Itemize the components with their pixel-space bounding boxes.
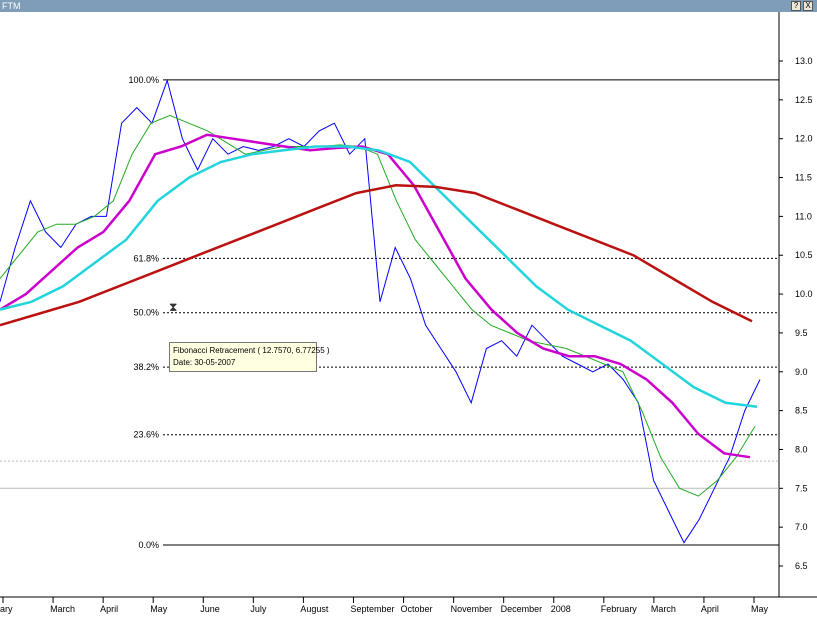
x-tick-label: April <box>100 604 118 614</box>
help-button[interactable]: ? <box>791 1 801 11</box>
fib-level-label: 100.0% <box>128 75 159 85</box>
x-tick-label: December <box>501 604 543 614</box>
x-tick-label: 2008 <box>551 604 571 614</box>
x-tick-label: May <box>150 604 168 614</box>
tooltip-line-1: Fibonacci Retracement ( 12.7570, 6.77255… <box>173 346 330 355</box>
y-tick-label: 12.0 <box>795 134 813 144</box>
window-title: FTM <box>2 1 21 11</box>
x-tick-label: October <box>401 604 433 614</box>
y-tick-label: 10.0 <box>795 289 813 299</box>
x-tick-label: March <box>50 604 75 614</box>
fib-level-label: 50.0% <box>133 308 159 318</box>
fib-level-label: 61.8% <box>133 253 159 263</box>
x-tick-label: July <box>250 604 267 614</box>
ma-mid-line <box>0 133 751 459</box>
y-tick-label: 6.5 <box>795 561 808 571</box>
price-chart[interactable]: 100.0% 61.8% 50.0% 38.2% 23.6% 0.0% 13.0 12.5 12… <box>0 12 817 622</box>
y-tick-label: 7.0 <box>795 522 808 532</box>
fib-level-label: 38.2% <box>133 362 159 372</box>
tooltip-line-2: Date: 30-05-2007 <box>173 358 236 367</box>
x-tick-label: September <box>350 604 394 614</box>
x-tick-label: June <box>200 604 220 614</box>
x-tick-label: ary <box>0 604 13 614</box>
chart-window: FTM ? X 100.0% 61.8% 50.0% 38.2% 23.6% 0.0% 13… <box>0 0 817 622</box>
y-tick-label: 9.5 <box>795 328 808 338</box>
fib-level-label: 0.0% <box>138 540 159 550</box>
x-tick-label: May <box>751 604 769 614</box>
y-tick-label: 8.5 <box>795 406 808 416</box>
y-tick-label: 12.5 <box>795 95 813 105</box>
title-bar: FTM ? X <box>0 0 817 12</box>
x-tick-label: March <box>651 604 676 614</box>
x-tick-label: November <box>451 604 493 614</box>
y-tick-label: 8.0 <box>795 444 808 454</box>
y-tick-label: 7.5 <box>795 483 808 493</box>
x-tick-label: April <box>701 604 719 614</box>
fibonacci-tooltip: Fibonacci Retracement ( 12.7570, 6.77255… <box>169 342 330 372</box>
y-tick-label: 9.0 <box>795 367 808 377</box>
y-tick-label: 10.5 <box>795 250 813 260</box>
hourglass-icon: ⧗ <box>169 300 178 314</box>
y-tick-label: 13.0 <box>795 56 813 66</box>
close-button[interactable]: X <box>803 1 813 11</box>
x-tick-label: August <box>300 604 329 614</box>
ma-long-line <box>0 145 758 408</box>
y-tick-label: 11.0 <box>795 211 812 221</box>
y-tick-label: 11.5 <box>795 173 812 183</box>
fib-level-label: 23.6% <box>133 430 159 440</box>
x-tick-label: February <box>601 604 638 614</box>
